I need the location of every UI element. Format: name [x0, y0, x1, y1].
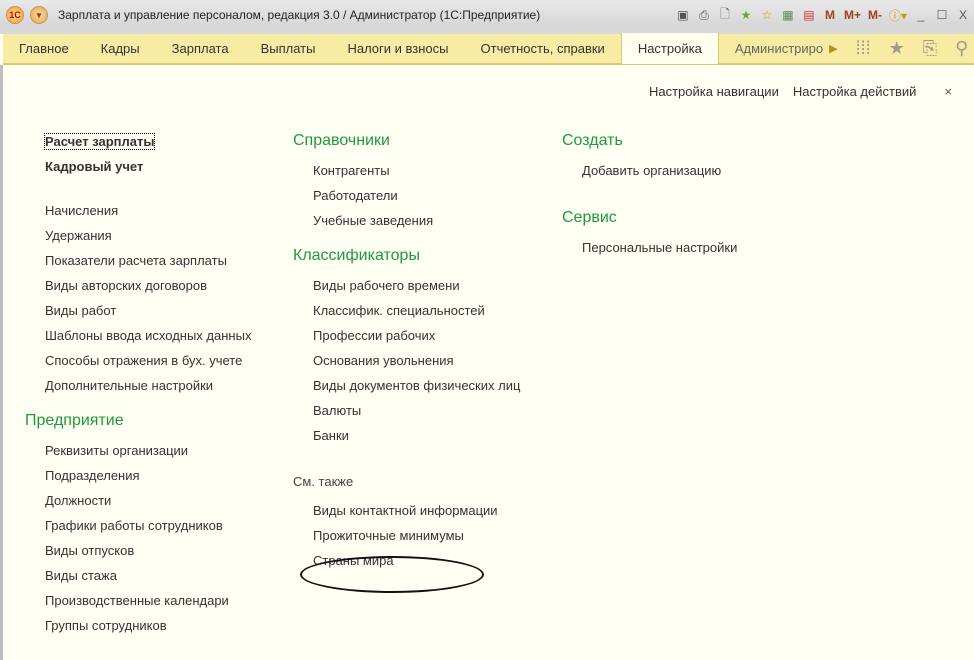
link-item[interactable]: Прожиточные минимумы: [293, 523, 520, 548]
search-icon[interactable]: ⚲: [955, 38, 968, 59]
link-item[interactable]: Виды документов физических лиц: [293, 373, 520, 398]
info-icon[interactable]: ⓘ▾: [889, 7, 907, 24]
link-item[interactable]: Персональные настройки: [562, 235, 737, 260]
link-hr-accounting[interactable]: Кадровый учет: [25, 154, 251, 179]
link-item[interactable]: Контрагенты: [293, 158, 520, 183]
link-item[interactable]: Подразделения: [25, 463, 251, 488]
section-heading: Создать: [562, 132, 623, 149]
link-item[interactable]: Производственные календари: [25, 588, 251, 613]
link-item[interactable]: Виды работ: [25, 298, 251, 323]
navigation-settings-link[interactable]: Настройка навигации: [649, 84, 779, 99]
link-item[interactable]: Профессии рабочих: [293, 323, 520, 348]
preview-icon[interactable]: 🗋: [718, 5, 732, 26]
section-heading: Предприятие: [25, 412, 124, 429]
memory-minus-button[interactable]: M-: [868, 8, 882, 22]
link-item[interactable]: Учебные заведения: [293, 208, 520, 233]
link-item[interactable]: Начисления: [25, 198, 251, 223]
close-icon[interactable]: X: [956, 8, 970, 22]
scroll-right-icon[interactable]: ▶: [829, 42, 837, 55]
toolbar: ▣ ⎙ 🗋 ★ ☆ ▦ ▤ M M+ M- ⓘ▾ _ ☐ X: [676, 0, 970, 30]
link-item[interactable]: Работодатели: [293, 183, 520, 208]
calendar-icon[interactable]: ▤: [802, 8, 816, 22]
section-tabs: Главное Кадры Зарплата Выплаты Налоги и …: [3, 33, 974, 65]
link-item[interactable]: Показатели расчета зарплаты: [25, 248, 251, 273]
link-payroll[interactable]: Расчет зарплаты: [25, 129, 251, 154]
link-item[interactable]: Должности: [25, 488, 251, 513]
highlight-ellipse: [300, 556, 484, 593]
minimize-icon[interactable]: _: [914, 8, 928, 22]
memory-plus-button[interactable]: M+: [844, 8, 861, 22]
tab-salary[interactable]: Зарплата: [156, 33, 245, 64]
favorites-icon[interactable]: ★: [889, 38, 905, 59]
panel-header-links: Настройка навигации Настройка действий ×: [649, 84, 952, 99]
link-item[interactable]: Графики работы сотрудников: [25, 513, 251, 538]
link-item[interactable]: Виды контактной информации: [293, 498, 520, 523]
tab-main[interactable]: Главное: [3, 33, 85, 64]
link-item[interactable]: Виды рабочего времени: [293, 273, 520, 298]
tab-settings[interactable]: Настройка: [620, 33, 719, 64]
actions-settings-link[interactable]: Настройка действий: [793, 84, 917, 99]
link-item[interactable]: Удержания: [25, 223, 251, 248]
main-menu-button[interactable]: ▾: [30, 6, 48, 24]
add-favorite-icon[interactable]: ★: [739, 8, 753, 22]
left-frame: [0, 65, 3, 660]
print-icon[interactable]: ⎙: [697, 8, 711, 23]
link-item[interactable]: Добавить организацию: [562, 158, 737, 183]
link-item[interactable]: Способы отражения в бух. учете: [25, 348, 251, 373]
section-heading: Классификаторы: [293, 247, 420, 264]
title-bar: 1С ▾ Зарплата и управление персоналом, р…: [0, 0, 974, 30]
link-item[interactable]: Виды авторских договоров: [25, 273, 251, 298]
link-item[interactable]: Основания увольнения: [293, 348, 520, 373]
link-item[interactable]: Виды отпусков: [25, 538, 251, 563]
link-item[interactable]: Шаблоны ввода исходных данных: [25, 323, 251, 348]
memory-m-button[interactable]: M: [823, 8, 837, 22]
link-item[interactable]: Банки: [293, 423, 520, 448]
link-item[interactable]: Виды стажа: [25, 563, 251, 588]
link-item[interactable]: Классифик. специальностей: [293, 298, 520, 323]
link-item[interactable]: Реквизиты организации: [25, 438, 251, 463]
tab-payments[interactable]: Выплаты: [245, 33, 332, 64]
1c-logo-icon[interactable]: 1С: [6, 6, 24, 24]
section-heading: Сервис: [562, 209, 617, 226]
tab-taxes[interactable]: Налоги и взносы: [331, 33, 464, 64]
close-panel-icon[interactable]: ×: [944, 84, 952, 99]
link-label: Расчет зарплаты: [43, 133, 156, 150]
favorites-icon[interactable]: ☆: [760, 8, 774, 22]
link-item[interactable]: Группы сотрудников: [25, 613, 251, 638]
all-functions-icon[interactable]: ⁞⁞⁞: [856, 38, 871, 59]
calculator-icon[interactable]: ▦: [781, 8, 795, 22]
window-title: Зарплата и управление персоналом, редакц…: [58, 8, 541, 22]
column-1: Расчет зарплаты Кадровый учет Начисления…: [25, 129, 251, 638]
see-also-heading: См. также: [293, 474, 354, 489]
history-icon[interactable]: ⎘: [923, 38, 937, 59]
tab-administration[interactable]: Администриро: [719, 33, 829, 64]
tab-reports[interactable]: Отчетность, справки: [465, 33, 621, 64]
maximize-icon[interactable]: ☐: [935, 8, 949, 22]
column-3: Создать Добавить организацию Сервис Перс…: [562, 128, 737, 260]
tab-hr[interactable]: Кадры: [85, 33, 156, 64]
save-icon[interactable]: ▣: [676, 8, 690, 22]
column-2: Справочники Контрагенты Работодатели Уче…: [293, 128, 520, 573]
link-item[interactable]: Валюты: [293, 398, 520, 423]
section-heading: Справочники: [293, 132, 390, 149]
link-item[interactable]: Дополнительные настройки: [25, 373, 251, 398]
